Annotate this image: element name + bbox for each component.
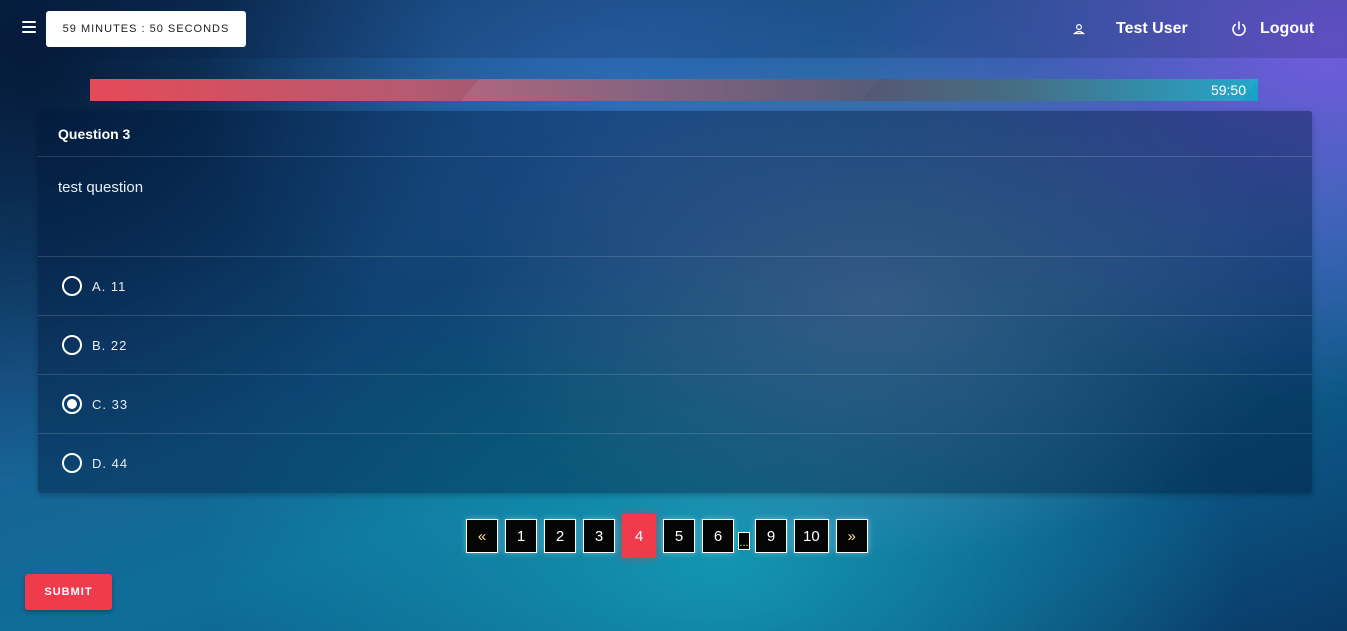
previous-page-button[interactable]: « xyxy=(466,519,498,553)
question-title-text: Question 3 xyxy=(58,125,131,142)
progress-time-label: 59:50 xyxy=(1210,82,1246,98)
user-name: Test User xyxy=(1116,20,1188,37)
countdown-timer: 59 MINUTES : 50 SECONDS xyxy=(46,11,246,47)
question-text-content: test question xyxy=(58,179,144,196)
user-menu[interactable]: Test User xyxy=(1070,16,1188,42)
submit-button[interactable]: SUBMIT xyxy=(25,574,112,610)
logout-label: Logout xyxy=(1260,20,1315,37)
option-d[interactable]: D. 44 xyxy=(38,434,1312,492)
radio-button[interactable] xyxy=(62,335,82,355)
user-icon xyxy=(1072,23,1086,35)
next-page-button[interactable]: » xyxy=(835,519,868,553)
radio-button-selected[interactable] xyxy=(62,394,82,414)
radio-button[interactable] xyxy=(62,453,82,473)
page-button-1[interactable]: 1 xyxy=(505,519,537,553)
page-button-10[interactable]: 10 xyxy=(794,519,829,553)
logout-button[interactable]: Logout xyxy=(1230,16,1314,42)
submit-label: SUBMIT xyxy=(44,586,93,598)
question-card: Question 3 test question A. 11 B. 22 C. … xyxy=(38,111,1312,493)
progress-stripe xyxy=(860,79,1258,101)
page-button-2[interactable]: 2 xyxy=(544,519,576,553)
power-icon xyxy=(1232,21,1246,36)
question-pagination: « 1 2 3 4 5 6 ... 9 10 » xyxy=(466,514,868,558)
question-title: Question 3 xyxy=(38,111,1312,157)
option-a[interactable]: A. 11 xyxy=(38,257,1312,316)
progress-stripe xyxy=(460,79,880,101)
time-progress-bar: 59:50 xyxy=(90,79,1258,101)
option-label: B. 22 xyxy=(92,337,128,353)
page-button-6[interactable]: 6 xyxy=(702,519,734,553)
hamburger-menu-icon[interactable] xyxy=(20,18,40,38)
page-button-9[interactable]: 9 xyxy=(755,519,787,553)
option-label: C. 33 xyxy=(92,396,129,412)
pagination-ellipsis: ... xyxy=(738,532,750,550)
page-button-4-active[interactable]: 4 xyxy=(622,514,656,558)
page-button-3[interactable]: 3 xyxy=(583,519,615,553)
page-button-5[interactable]: 5 xyxy=(663,519,695,553)
option-label: D. 44 xyxy=(92,455,129,471)
option-b[interactable]: B. 22 xyxy=(38,316,1312,375)
option-label: A. 11 xyxy=(92,278,127,294)
option-c[interactable]: C. 33 xyxy=(38,375,1312,434)
radio-button[interactable] xyxy=(62,276,82,296)
top-bar: 59 MINUTES : 50 SECONDS Test User Logout xyxy=(0,0,1347,58)
question-text: test question xyxy=(38,157,1312,257)
countdown-timer-text: 59 MINUTES : 50 SECONDS xyxy=(62,23,230,35)
